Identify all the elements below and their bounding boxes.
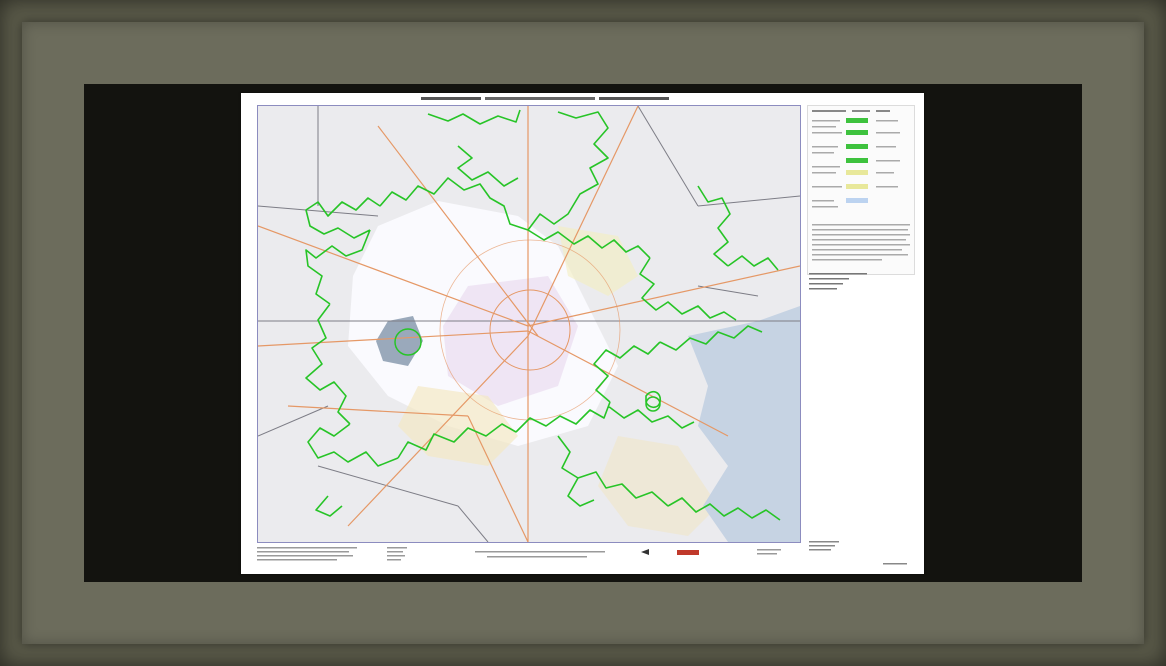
legend-swatch bbox=[846, 170, 868, 175]
sheet-info bbox=[809, 541, 907, 565]
legend-swatch bbox=[846, 118, 868, 123]
legend-panel bbox=[807, 105, 915, 275]
legend-swatch bbox=[846, 130, 868, 135]
legend-heading bbox=[812, 110, 846, 112]
map-sheet bbox=[241, 93, 924, 574]
legend-heading bbox=[876, 110, 890, 112]
legend-notes bbox=[809, 273, 867, 290]
legend-swatch bbox=[846, 144, 868, 149]
map-title-blur bbox=[421, 97, 669, 100]
legend-swatch bbox=[846, 158, 868, 163]
agency-logo bbox=[677, 550, 699, 555]
legend-swatch bbox=[846, 198, 868, 203]
map-area[interactable] bbox=[257, 105, 801, 543]
legend-heading bbox=[852, 110, 870, 112]
map-canvas bbox=[258, 106, 800, 542]
legend-swatch bbox=[846, 184, 868, 189]
north-arrow-icon bbox=[641, 549, 649, 555]
map-footer bbox=[257, 547, 781, 561]
